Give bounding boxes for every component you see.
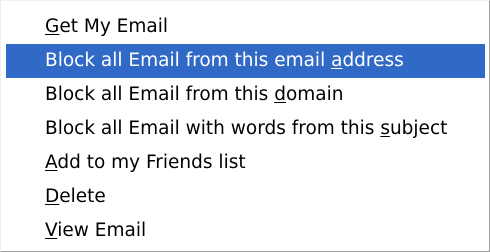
mnemonic-letter: D (45, 186, 60, 207)
menu-item-block-email-address[interactable]: Block all Email from this email address (6, 44, 485, 78)
mnemonic-letter: s (380, 118, 390, 139)
mnemonic-letter: G (45, 16, 60, 37)
mnemonic-letter: d (274, 84, 286, 105)
menu-item-label: Block all Email with words from this (45, 118, 381, 139)
menu-item-label: Block all Email from this email (45, 50, 332, 71)
menu-item-label: Block all Email from this (45, 84, 275, 105)
menu-item-label: ddress (342, 50, 404, 71)
mnemonic-letter: A (45, 152, 58, 173)
menu-item-label: dd to my Friends list (57, 152, 246, 173)
menu-item-label: ubject (389, 118, 448, 139)
menu-item-view-email[interactable]: View Email (1, 214, 489, 248)
menu-item-label: elete (59, 186, 106, 207)
menu-item-add-to-friends[interactable]: Add to my Friends list (1, 146, 489, 180)
mnemonic-letter: V (45, 220, 58, 241)
mnemonic-letter: a (331, 50, 343, 71)
menu-item-label: omain (285, 84, 344, 105)
menu-item-block-subject[interactable]: Block all Email with words from this sub… (1, 112, 489, 146)
menu-item-get-my-email[interactable]: Get My Email (1, 10, 489, 44)
context-menu: Get My Email Block all Email from this e… (0, 0, 490, 252)
menu-item-label: iew Email (57, 220, 147, 241)
menu-item-delete[interactable]: Delete (1, 180, 489, 214)
menu-item-label: et My Email (59, 16, 168, 37)
menu-item-block-domain[interactable]: Block all Email from this domain (1, 78, 489, 112)
